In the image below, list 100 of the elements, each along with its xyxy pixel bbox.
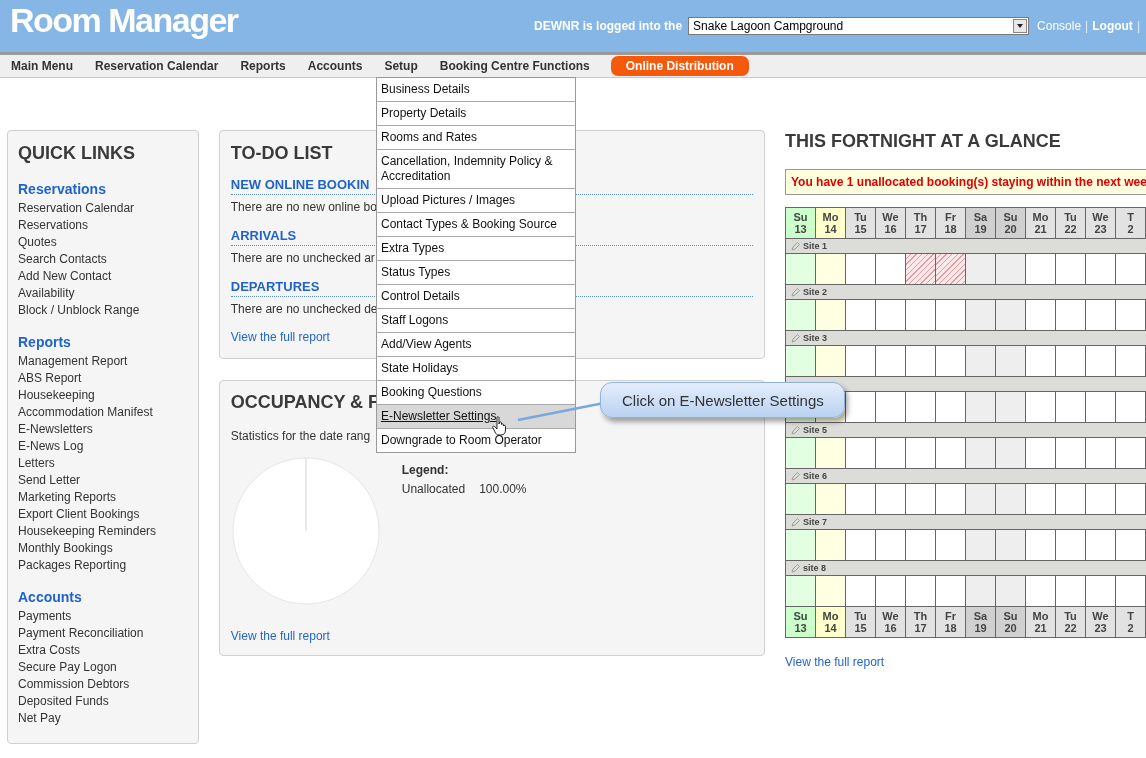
- calendar-cell[interactable]: [966, 484, 996, 515]
- calendar-cell[interactable]: [1026, 254, 1056, 285]
- booked-cell[interactable]: [936, 254, 966, 285]
- calendar-cell[interactable]: [876, 484, 906, 515]
- calendar-cell[interactable]: [1116, 300, 1146, 331]
- calendar-cell[interactable]: [846, 346, 876, 377]
- calendar-cell[interactable]: [786, 300, 816, 331]
- quick-link[interactable]: Monthly Bookings: [18, 540, 113, 557]
- calendar-cell[interactable]: [816, 438, 846, 469]
- calendar-cell[interactable]: [816, 576, 846, 607]
- quick-link[interactable]: Accommodation Manifest: [18, 404, 153, 421]
- quick-link[interactable]: Payments: [18, 608, 72, 625]
- calendar-cell[interactable]: [1026, 300, 1056, 331]
- quick-link[interactable]: E-Newsletters: [18, 421, 93, 438]
- calendar-cell[interactable]: [846, 438, 876, 469]
- quick-link[interactable]: Add New Contact: [18, 268, 112, 285]
- calendar-cell[interactable]: [996, 438, 1026, 469]
- calendar-cell[interactable]: [876, 438, 906, 469]
- calendar-cell[interactable]: [1086, 438, 1116, 469]
- calendar-cell[interactable]: [1026, 392, 1056, 423]
- calendar-cell[interactable]: [876, 346, 906, 377]
- calendar-cell[interactable]: [966, 392, 996, 423]
- calendar-cell[interactable]: [936, 346, 966, 377]
- calendar-cell[interactable]: [876, 530, 906, 561]
- calendar-cell[interactable]: [846, 530, 876, 561]
- calendar-cell[interactable]: [1086, 576, 1116, 607]
- quick-link[interactable]: Secure Pay Logon: [18, 659, 117, 676]
- calendar-cell[interactable]: [1086, 392, 1116, 423]
- calendar-cell[interactable]: [1056, 484, 1086, 515]
- calendar-cell[interactable]: [1056, 392, 1086, 423]
- quick-link[interactable]: Quotes: [18, 234, 57, 251]
- calendar-cell[interactable]: [1026, 530, 1056, 561]
- calendar-cell[interactable]: [816, 530, 846, 561]
- calendar-cell[interactable]: [1116, 530, 1146, 561]
- quick-link[interactable]: E-News Log: [18, 438, 84, 455]
- calendar-cell[interactable]: [846, 576, 876, 607]
- calendar-cell[interactable]: [786, 576, 816, 607]
- calendar-cell[interactable]: [966, 254, 996, 285]
- calendar-cell[interactable]: [936, 300, 966, 331]
- quick-link[interactable]: Deposited Funds: [18, 693, 109, 710]
- menu-item[interactable]: Reports: [229, 55, 297, 77]
- quick-link[interactable]: Management Report: [18, 353, 128, 370]
- calendar-cell[interactable]: [876, 392, 906, 423]
- calendar-cell[interactable]: [966, 300, 996, 331]
- calendar-cell[interactable]: [906, 392, 936, 423]
- calendar-cell[interactable]: [1116, 346, 1146, 377]
- calendar-cell[interactable]: [1116, 254, 1146, 285]
- calendar-cell[interactable]: [1026, 484, 1056, 515]
- menu-item[interactable]: Setup: [373, 55, 429, 77]
- calendar-cell[interactable]: [786, 254, 816, 285]
- quick-link[interactable]: Letters: [18, 455, 55, 472]
- calendar-cell[interactable]: [846, 254, 876, 285]
- calendar-cell[interactable]: [816, 346, 846, 377]
- calendar-cell[interactable]: [1056, 438, 1086, 469]
- calendar-cell[interactable]: [1116, 438, 1146, 469]
- calendar-cell[interactable]: [1086, 254, 1116, 285]
- calendar-cell[interactable]: [966, 530, 996, 561]
- calendar-cell[interactable]: [846, 392, 876, 423]
- report-link[interactable]: View the full report: [230, 629, 330, 643]
- quick-link[interactable]: Send Letter: [18, 472, 81, 489]
- quick-link[interactable]: Housekeeping Reminders: [18, 523, 157, 540]
- quick-link[interactable]: Housekeeping: [18, 387, 95, 404]
- quick-link[interactable]: Payment Reconciliation: [18, 625, 144, 642]
- calendar-cell[interactable]: [1026, 576, 1056, 607]
- calendar-cell[interactable]: [1116, 392, 1146, 423]
- calendar-cell[interactable]: [996, 484, 1026, 515]
- quick-link[interactable]: Reservation Calendar: [18, 200, 135, 217]
- menu-item[interactable]: Accounts: [296, 55, 374, 77]
- calendar-cell[interactable]: [1116, 576, 1146, 607]
- report-link[interactable]: View the full report: [230, 330, 330, 344]
- calendar-cell[interactable]: [906, 484, 936, 515]
- property-select[interactable]: Snake Lagoon Campground: [688, 17, 1030, 35]
- calendar-cell[interactable]: [996, 392, 1026, 423]
- calendar-cell[interactable]: [996, 576, 1026, 607]
- section-heading[interactable]: Reports: [18, 334, 71, 350]
- calendar-cell[interactable]: [1056, 346, 1086, 377]
- calendar-cell[interactable]: [786, 438, 816, 469]
- calendar-cell[interactable]: [906, 346, 936, 377]
- calendar-cell[interactable]: [1086, 484, 1116, 515]
- calendar-cell[interactable]: [1026, 438, 1056, 469]
- quick-link[interactable]: Block / Unblock Range: [18, 302, 140, 319]
- calendar-cell[interactable]: [816, 300, 846, 331]
- quick-link[interactable]: Net Pay: [18, 710, 61, 727]
- quick-link[interactable]: ABS Report: [18, 370, 82, 387]
- calendar-cell[interactable]: [786, 484, 816, 515]
- menu-item[interactable]: Booking Centre Functions: [428, 55, 601, 77]
- calendar-cell[interactable]: [786, 530, 816, 561]
- section-heading[interactable]: Accounts: [18, 589, 82, 605]
- calendar-cell[interactable]: [1116, 484, 1146, 515]
- calendar-cell[interactable]: [936, 484, 966, 515]
- calendar-cell[interactable]: [996, 346, 1026, 377]
- quick-link[interactable]: Availability: [18, 285, 75, 302]
- quick-link[interactable]: Packages Reporting: [18, 557, 127, 574]
- calendar-cell[interactable]: [966, 346, 996, 377]
- report-link[interactable]: View the full report: [785, 655, 1146, 669]
- calendar-cell[interactable]: [906, 530, 936, 561]
- calendar-cell[interactable]: [846, 484, 876, 515]
- calendar-cell[interactable]: [1056, 300, 1086, 331]
- quick-link[interactable]: Reservations: [18, 217, 89, 234]
- calendar-cell[interactable]: [876, 300, 906, 331]
